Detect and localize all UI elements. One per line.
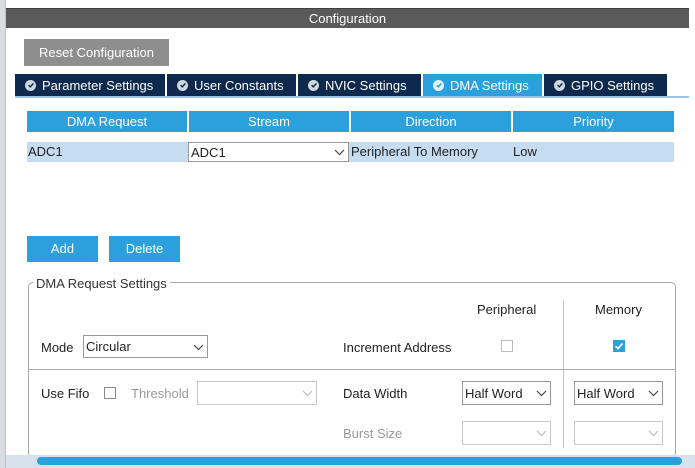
tab-parameter-settings[interactable]: Parameter Settings <box>15 74 165 96</box>
use-fifo-label: Use Fifo <box>41 386 90 401</box>
group-legend: DMA Request Settings <box>33 276 170 291</box>
data-width-peripheral-value: Half Word <box>465 385 523 401</box>
stream-select-value: ADC1 <box>191 144 226 160</box>
tab-label: User Constants <box>194 77 284 93</box>
column-label-peripheral: Peripheral <box>477 302 537 317</box>
cell-dma-request: ADC1 <box>28 144 63 159</box>
chevron-down-icon <box>648 430 659 437</box>
increment-memory-checkbox[interactable] <box>613 340 625 352</box>
data-width-peripheral-select[interactable]: Half Word <box>462 381 551 405</box>
horizontal-scrollbar-thumb[interactable] <box>37 457 682 465</box>
column-header-dma-request[interactable]: DMA Request <box>27 111 189 132</box>
check-circle-icon <box>177 79 188 91</box>
stream-select[interactable]: ADC1 <box>188 142 349 162</box>
increment-peripheral-checkbox[interactable] <box>501 340 513 352</box>
check-circle-icon <box>308 79 319 91</box>
burst-size-peripheral-select[interactable] <box>462 421 551 445</box>
column-header-direction[interactable]: Direction <box>351 111 513 132</box>
mode-select[interactable]: Circular <box>83 335 208 358</box>
column-label-memory: Memory <box>595 302 642 317</box>
burst-size-label: Burst Size <box>343 426 403 441</box>
settings-tabs: Parameter Settings User Constants NVIC S… <box>15 74 689 98</box>
column-header-stream[interactable]: Stream <box>189 111 351 132</box>
chevron-down-icon <box>648 390 659 397</box>
tab-label: NVIC Settings <box>325 77 407 93</box>
settings-divider <box>29 369 675 370</box>
check-circle-icon <box>433 79 444 91</box>
reset-configuration-button[interactable]: Reset Configuration <box>24 39 169 66</box>
add-button[interactable]: Add <box>27 236 98 262</box>
chevron-down-icon <box>334 149 345 156</box>
burst-size-memory-select[interactable] <box>574 421 663 445</box>
panel-title: Configuration <box>6 8 689 28</box>
chevron-down-icon <box>536 390 547 397</box>
tab-nvic-settings[interactable]: NVIC Settings <box>298 74 421 96</box>
chevron-down-icon <box>193 344 204 350</box>
tab-label: GPIO Settings <box>571 77 655 93</box>
column-divider <box>563 300 564 448</box>
threshold-select[interactable] <box>197 381 317 405</box>
chevron-down-icon <box>302 390 313 397</box>
data-width-memory-value: Half Word <box>577 385 635 401</box>
mode-label: Mode <box>41 340 74 355</box>
dma-table-header: DMA Request Stream Direction Priority <box>27 111 674 132</box>
tab-dma-settings[interactable]: DMA Settings <box>423 74 542 96</box>
table-row[interactable]: ADC1 ADC1 Peripheral To Memory Low <box>27 142 674 162</box>
threshold-label: Threshold <box>131 386 189 401</box>
cell-priority: Low <box>513 144 537 159</box>
chevron-down-icon <box>536 430 547 437</box>
use-fifo-checkbox[interactable] <box>104 387 116 399</box>
cell-direction: Peripheral To Memory <box>351 144 478 159</box>
configuration-panel: Configuration Reset Configuration Parame… <box>6 0 695 468</box>
data-width-memory-select[interactable]: Half Word <box>574 381 663 405</box>
mode-select-value: Circular <box>86 339 131 354</box>
tab-label: Parameter Settings <box>42 77 154 93</box>
increment-address-label: Increment Address <box>343 340 452 355</box>
delete-button[interactable]: Delete <box>109 236 180 262</box>
data-width-label: Data Width <box>343 386 408 401</box>
tab-gpio-settings[interactable]: GPIO Settings <box>544 74 667 96</box>
tab-user-constants[interactable]: User Constants <box>167 74 296 96</box>
tab-label: DMA Settings <box>450 77 529 93</box>
checkmark-icon <box>614 342 624 350</box>
column-header-priority[interactable]: Priority <box>513 111 674 132</box>
check-circle-icon <box>25 79 36 91</box>
check-circle-icon <box>554 79 565 91</box>
